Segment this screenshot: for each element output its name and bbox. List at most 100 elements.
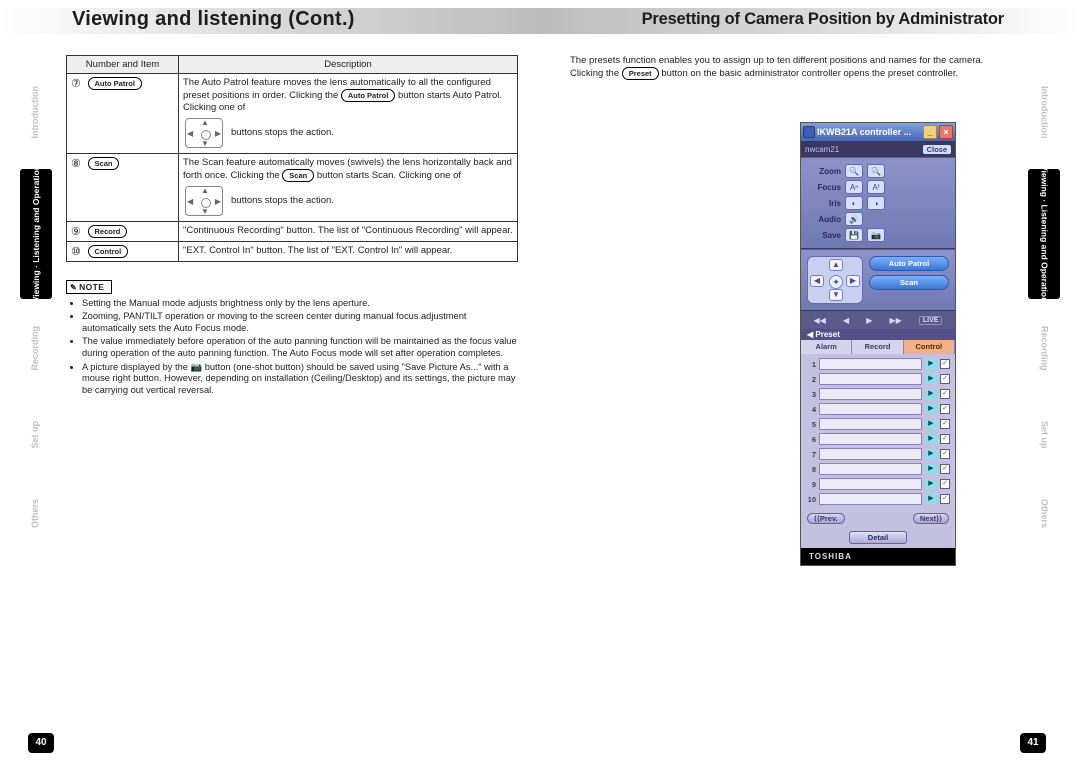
preset-go-icon[interactable]: ▶ bbox=[925, 389, 937, 399]
preset-go-icon[interactable]: ▶ bbox=[925, 419, 937, 429]
side-tab[interactable]: Viewing · Listening and Operation bbox=[20, 169, 52, 299]
preset-check[interactable]: ✓ bbox=[940, 389, 950, 399]
preset-button-inline: Preset bbox=[622, 67, 659, 80]
preset-go-icon[interactable]: ▶ bbox=[925, 374, 937, 384]
control-row: Save💾📷 bbox=[807, 228, 949, 242]
transport-bar: ◀◀ ◀ ▶ ▶▶ LIVE bbox=[801, 311, 955, 329]
preset-row: 2▶✓ bbox=[806, 372, 950, 386]
note-item: The value immediately before operation o… bbox=[82, 336, 518, 359]
note-list: Setting the Manual mode adjusts brightne… bbox=[82, 298, 518, 397]
minimize-button[interactable]: _ bbox=[923, 125, 937, 139]
control-icon[interactable]: Aⁿ bbox=[845, 180, 863, 194]
ptz-left[interactable]: ◀ bbox=[810, 275, 824, 287]
preset-name-field[interactable] bbox=[819, 448, 922, 460]
preset-check[interactable]: ✓ bbox=[940, 374, 950, 384]
side-tab[interactable]: Others bbox=[1028, 476, 1060, 551]
preset-go-icon[interactable]: ▶ bbox=[925, 464, 937, 474]
rewind-icon[interactable]: ◀◀ bbox=[814, 316, 826, 325]
preset-go-icon[interactable]: ▶ bbox=[925, 359, 937, 369]
play-icon[interactable]: ▶ bbox=[866, 316, 872, 325]
next-page-button[interactable]: Next⟩⟩ bbox=[913, 513, 949, 524]
side-tab[interactable]: Recording bbox=[1028, 303, 1060, 393]
camera-name: nwcam21 bbox=[805, 145, 839, 154]
side-tabs-right: Introduction Viewing · Listening and Oper… bbox=[1028, 60, 1060, 555]
control-icon[interactable]: Aᶠ bbox=[867, 180, 885, 194]
th-description: Description bbox=[179, 56, 518, 74]
scan-button[interactable]: Scan bbox=[869, 275, 949, 290]
preset-row: 5▶✓ bbox=[806, 417, 950, 431]
side-tab[interactable]: Introduction bbox=[1028, 60, 1060, 165]
live-button[interactable]: LIVE bbox=[919, 316, 943, 325]
note-item: Zooming, PAN/TILT operation or moving to… bbox=[82, 311, 518, 334]
preset-row: 10▶✓ bbox=[806, 492, 950, 506]
table-row-desc: "EXT. Control In" button. The list of "E… bbox=[179, 241, 518, 261]
preset-check[interactable]: ✓ bbox=[940, 419, 950, 429]
right-intro: The presets function enables you to assi… bbox=[570, 55, 1014, 80]
side-tab[interactable]: Introduction bbox=[20, 60, 52, 165]
preset-check[interactable]: ✓ bbox=[940, 464, 950, 474]
control-icon[interactable]: 📷 bbox=[867, 228, 885, 242]
tab-record[interactable]: Record bbox=[852, 340, 903, 354]
preset-go-icon[interactable]: ▶ bbox=[925, 434, 937, 444]
preset-check[interactable]: ✓ bbox=[940, 434, 950, 444]
side-tab[interactable]: Others bbox=[20, 476, 52, 551]
preset-name-field[interactable] bbox=[819, 388, 922, 400]
preset-go-icon[interactable]: ▶ bbox=[925, 479, 937, 489]
prev-icon[interactable]: ◀ bbox=[843, 316, 849, 325]
ptz-up[interactable]: ▲ bbox=[829, 259, 843, 271]
preset-check[interactable]: ✓ bbox=[940, 449, 950, 459]
ptz-center[interactable]: ✦ bbox=[829, 275, 843, 289]
preset-name-field[interactable] bbox=[819, 493, 922, 505]
preset-row: 1▶✓ bbox=[806, 357, 950, 371]
preset-name-field[interactable] bbox=[819, 403, 922, 415]
th-number: Number and Item bbox=[67, 56, 179, 74]
preset-row: 3▶✓ bbox=[806, 387, 950, 401]
side-tab[interactable]: Viewing · Listening and Operation bbox=[1028, 169, 1060, 299]
control-icon[interactable]: 🔍 bbox=[845, 164, 863, 178]
panel-close-button[interactable]: Close bbox=[923, 145, 951, 154]
control-icon[interactable]: 🔊 bbox=[845, 212, 863, 226]
preset-name-field[interactable] bbox=[819, 463, 922, 475]
table-row-number: ⑧ Scan bbox=[67, 153, 179, 221]
ptz-pad[interactable]: ▲ ▼ ◀ ▶ ✦ bbox=[807, 256, 863, 304]
side-tab[interactable]: Recording bbox=[20, 303, 52, 393]
side-tab[interactable]: Set up bbox=[20, 397, 52, 472]
ptz-right[interactable]: ▶ bbox=[846, 275, 860, 287]
ptz-down[interactable]: ▼ bbox=[829, 289, 843, 301]
tab-alarm[interactable]: Alarm bbox=[801, 340, 852, 354]
control-icon[interactable]: 💾 bbox=[845, 228, 863, 242]
side-tab[interactable]: Set up bbox=[1028, 397, 1060, 472]
preset-go-icon[interactable]: ▶ bbox=[925, 449, 937, 459]
control-row: Audio🔊 bbox=[807, 212, 949, 226]
control-row: Zoom🔍🔍 bbox=[807, 164, 949, 178]
control-icon[interactable]: ◐ bbox=[845, 196, 863, 210]
close-window-button[interactable]: × bbox=[939, 125, 953, 139]
detail-button[interactable]: Detail bbox=[849, 531, 907, 544]
preset-name-field[interactable] bbox=[819, 418, 922, 430]
preset-name-field[interactable] bbox=[819, 433, 922, 445]
preset-name-field[interactable] bbox=[819, 478, 922, 490]
control-icon[interactable]: ◑ bbox=[867, 196, 885, 210]
preset-check[interactable]: ✓ bbox=[940, 494, 950, 504]
preset-go-icon[interactable]: ▶ bbox=[925, 404, 937, 414]
preset-check[interactable]: ✓ bbox=[940, 359, 950, 369]
preset-row: 7▶✓ bbox=[806, 447, 950, 461]
tab-control[interactable]: Control bbox=[904, 340, 955, 354]
table-row-desc: The Scan feature automatically moves (sw… bbox=[179, 153, 518, 221]
description-table: Number and Item Description ⑦ Auto Patro… bbox=[66, 55, 518, 262]
preset-check[interactable]: ✓ bbox=[940, 404, 950, 414]
prev-page-button[interactable]: ⟨⟨Prev. bbox=[807, 513, 845, 524]
preset-go-icon[interactable]: ▶ bbox=[925, 494, 937, 504]
preset-row: 6▶✓ bbox=[806, 432, 950, 446]
preset-check[interactable]: ✓ bbox=[940, 479, 950, 489]
note-badge: NOTE bbox=[66, 280, 112, 294]
preset-name-field[interactable] bbox=[819, 373, 922, 385]
preset-row: 4▶✓ bbox=[806, 402, 950, 416]
auto-patrol-button[interactable]: Auto Patrol bbox=[869, 256, 949, 271]
next-icon[interactable]: ▶▶ bbox=[889, 316, 901, 325]
preset-name-field[interactable] bbox=[819, 358, 922, 370]
page-number-left: 40 bbox=[28, 733, 54, 753]
table-row-number: ⑨ Record bbox=[67, 221, 179, 241]
page-number-right: 41 bbox=[1020, 733, 1046, 753]
control-icon[interactable]: 🔍 bbox=[867, 164, 885, 178]
